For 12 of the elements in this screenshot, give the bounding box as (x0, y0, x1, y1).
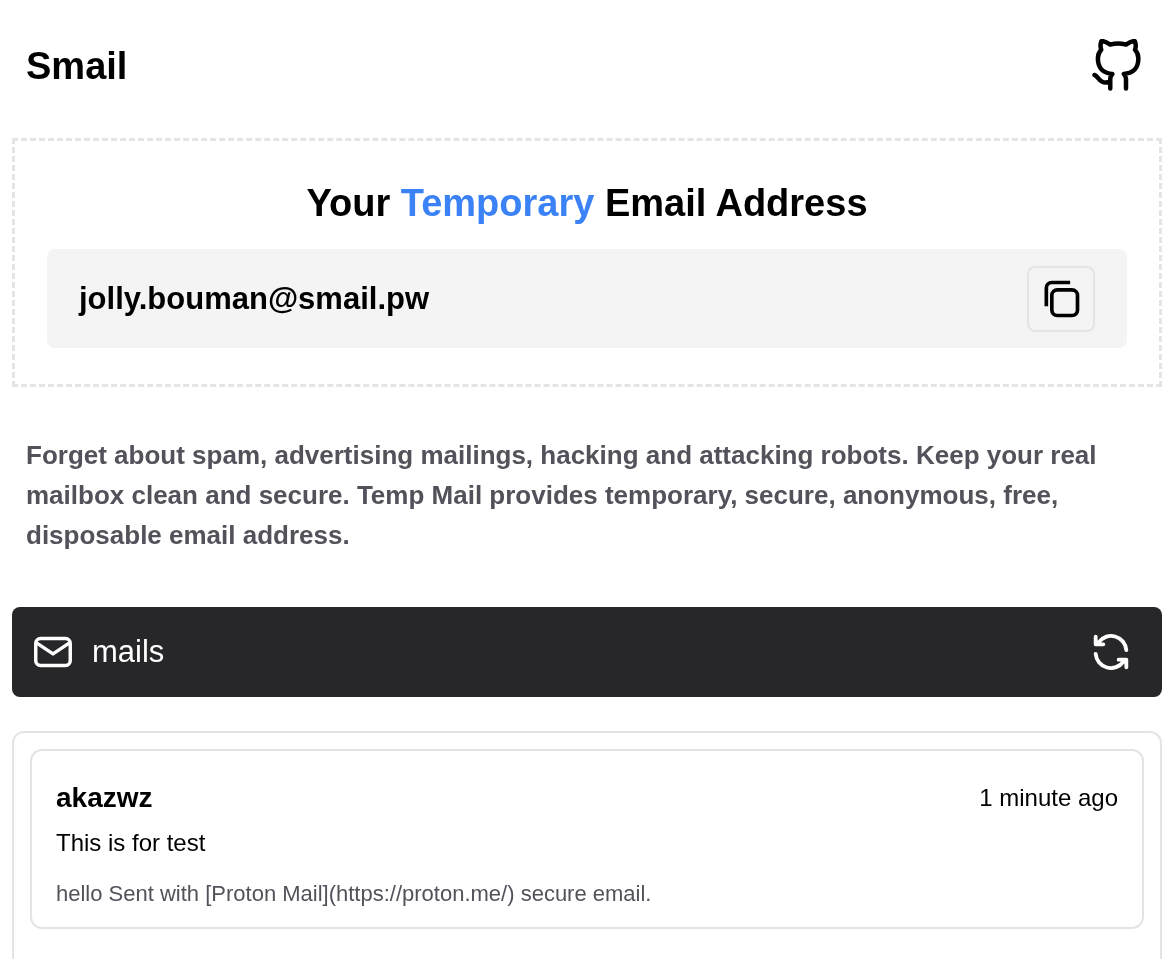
mail-subject: This is for test (56, 828, 206, 859)
mail-sender: akazwz (56, 781, 153, 816)
github-icon[interactable] (1090, 39, 1144, 94)
email-address: jolly.bouman@smail.pw (79, 279, 430, 318)
mail-card[interactable]: akazwz 1 minute ago This is for test hello Sent with [Proton Mail](https://proton.me/) secure email. (30, 749, 1144, 930)
mails-title: mails (92, 632, 165, 671)
app-title: Smail (26, 43, 128, 89)
card-heading: Your Temporary Email Address (306, 181, 868, 227)
mail-preview: hello Sent with [Proton Mail](https://proton.me/) secure email. (56, 880, 652, 909)
copy-button[interactable] (1027, 265, 1095, 332)
mail-time: 1 minute ago (979, 783, 1118, 814)
description-text: Forget about spam, advertising mailings, hacking and attacking robots. Keep your real mailbox clean and secure. Temp Mail provides temporary, secure, anonymous, free, disposable email address. (25, 438, 1098, 552)
